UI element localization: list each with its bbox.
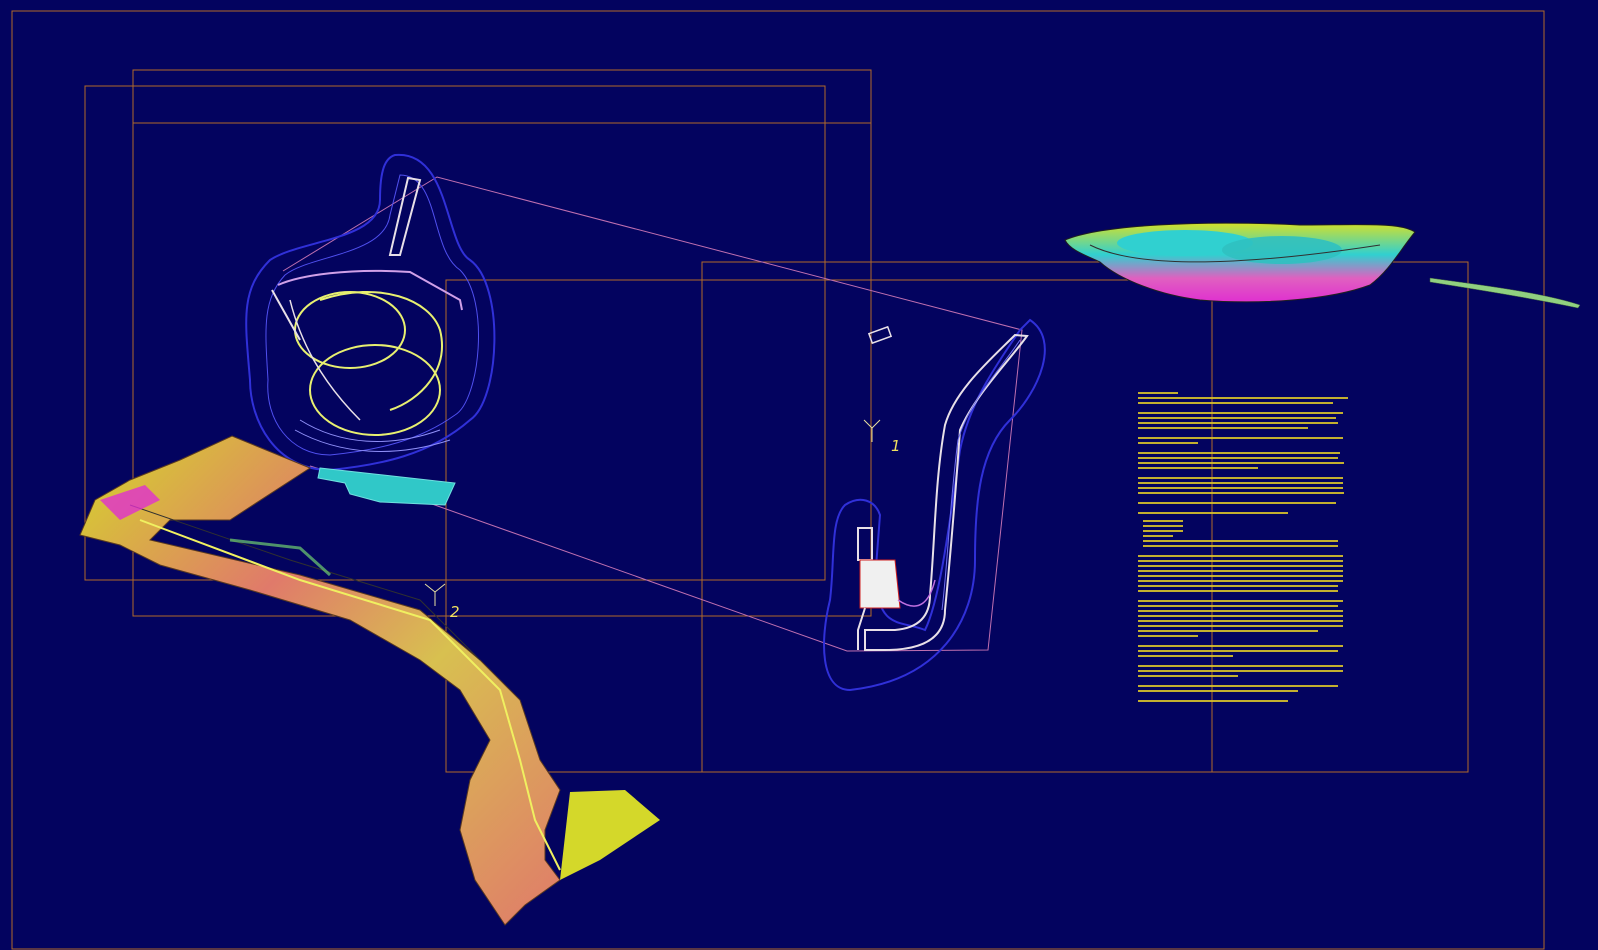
roundabout-plan[interactable] (245, 153, 496, 472)
marker-1-label: 1 (891, 437, 901, 455)
marker-2-label: 2 (450, 603, 460, 621)
ucs-marker-1-icon (863, 419, 881, 442)
drawing-notes-block (1138, 392, 1353, 738)
notes-text-glyphs (1138, 392, 1348, 702)
terrain-island-3d[interactable] (1064, 222, 1581, 309)
viewport-frame (701, 261, 1469, 773)
viewport-frame (445, 279, 1213, 773)
ucs-marker-2-icon (424, 583, 446, 606)
vehicle-icon (867, 325, 893, 345)
parking-pad[interactable] (317, 467, 456, 506)
road-surface-3d[interactable] (79, 435, 660, 926)
hairpin-road-plan[interactable] (823, 318, 1046, 692)
viewport-frame (132, 69, 872, 617)
cad-drawing-canvas[interactable] (0, 0, 1598, 950)
